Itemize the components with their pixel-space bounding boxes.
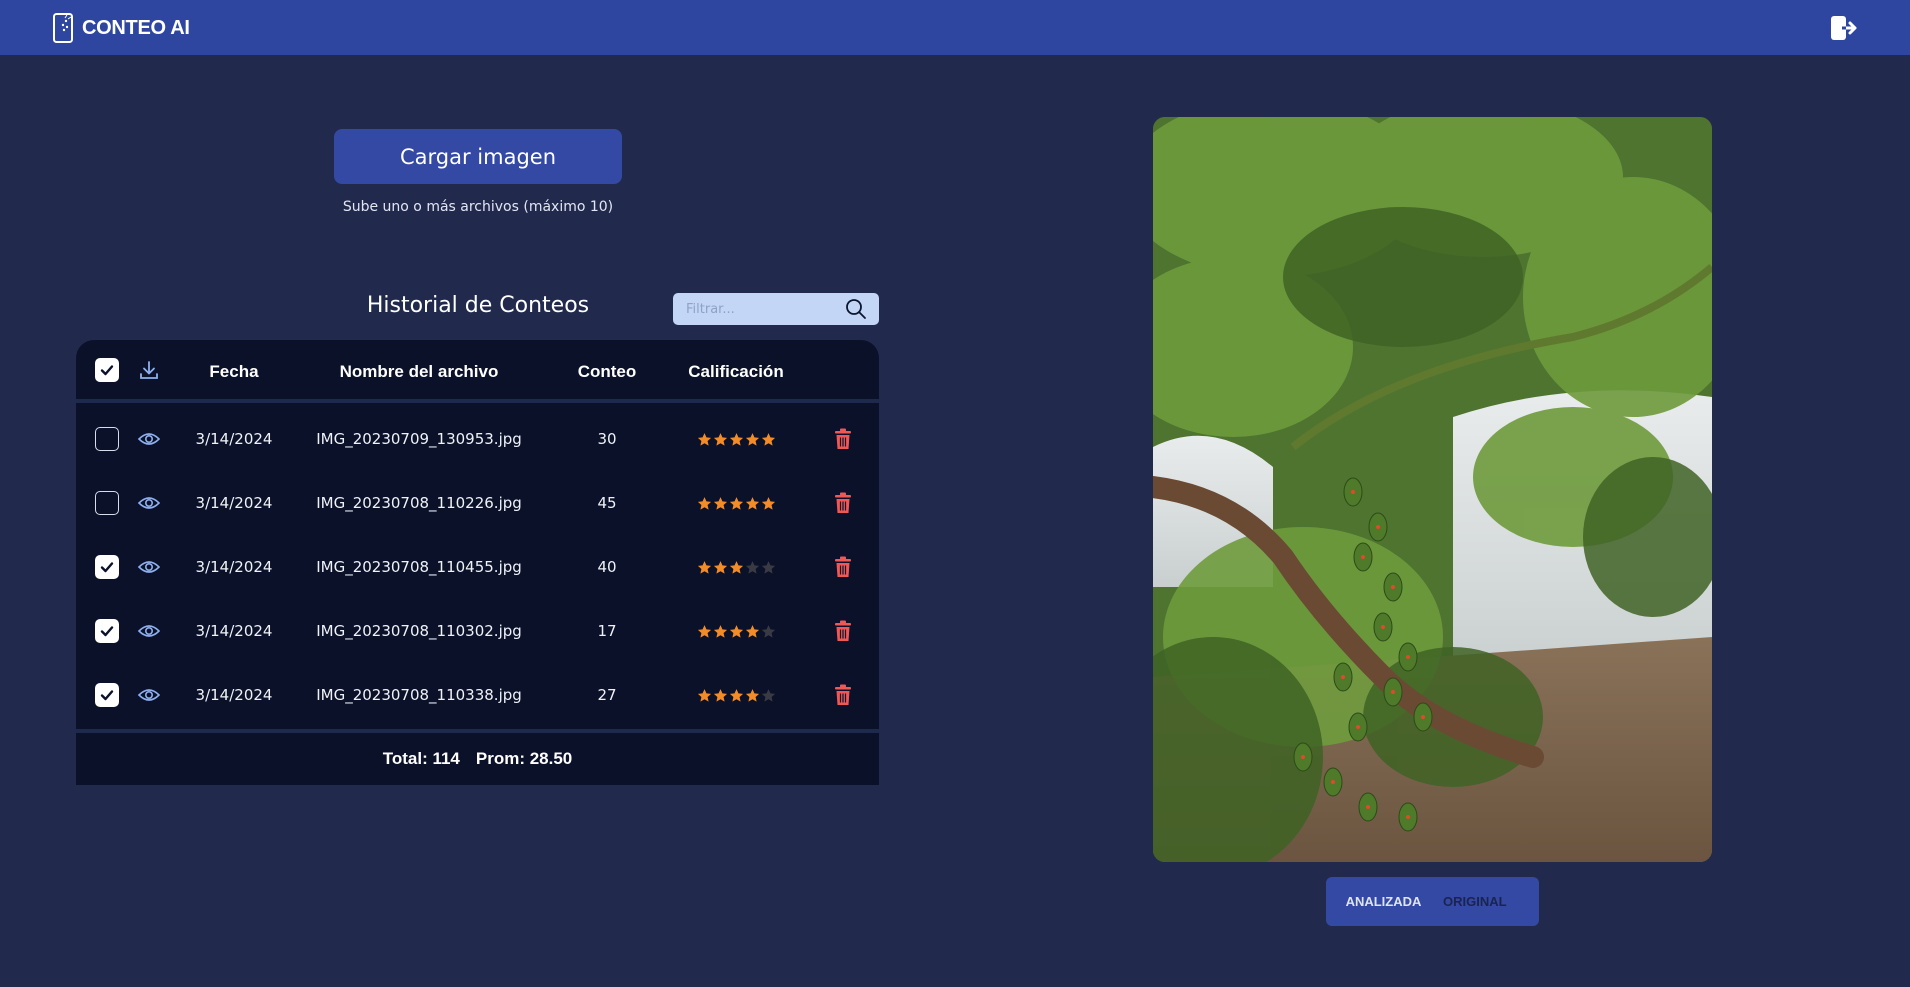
trash-icon[interactable] [831,427,855,451]
row-checkbox[interactable] [95,683,119,707]
download-icon[interactable] [137,358,161,382]
row-checkbox[interactable] [95,619,119,643]
row-rating [676,407,796,471]
table-row[interactable]: 3/14/2024 IMG_20230709_130953.jpg 30 [76,407,879,471]
column-filename[interactable]: Nombre del archivo [314,340,524,403]
history-table: Fecha Nombre del archivo Conteo Califica… [76,340,879,785]
star-icon [761,688,775,702]
upload-hint: Sube uno o más archivos (máximo 10) [342,199,614,215]
row-count: 27 [597,686,617,704]
tab-analyzed[interactable]: ANALIZADA [1326,877,1441,926]
row-count: 17 [597,622,617,640]
average-count: Prom: 28.50 [475,749,573,768]
trash-icon[interactable] [831,491,855,515]
star-icon [761,560,775,574]
top-bar: CONTEO AI [0,0,1910,55]
eye-icon[interactable] [136,427,162,451]
star-icon [745,496,759,510]
row-checkbox[interactable] [95,555,119,579]
star-icon [729,432,743,446]
star-icon [713,688,727,702]
filter-input[interactable] [673,293,841,325]
check-icon [100,562,114,573]
view-toggle: ANALIZADA ORIGINAL [1326,877,1539,926]
star-icon [713,496,727,510]
check-icon [100,365,114,376]
table-row[interactable]: 3/14/2024 IMG_20230708_110455.jpg 40 [76,535,879,599]
star-icon [729,560,743,574]
select-all-checkbox[interactable] [95,358,119,382]
row-date: 3/14/2024 [195,686,273,704]
star-icon [761,432,775,446]
table-footer: Total: 114 Prom: 28.50 [76,729,879,785]
row-date: 3/14/2024 [195,622,273,640]
tab-original[interactable]: ORIGINAL [1441,877,1539,926]
row-filename: IMG_20230708_110302.jpg [316,622,522,640]
check-icon [100,626,114,637]
star-icon [745,624,759,638]
grapevine-photo [1153,117,1712,862]
star-icon [713,432,727,446]
total-count: Total: 114 [382,749,460,768]
trash-icon[interactable] [831,683,855,707]
brand[interactable]: CONTEO AI [52,12,190,44]
star-icon [697,624,711,638]
row-filename: IMG_20230708_110455.jpg [316,558,522,576]
star-icon [697,688,711,702]
star-icon [729,496,743,510]
star-icon [745,688,759,702]
trash-icon[interactable] [831,555,855,579]
brand-name: CONTEO AI [82,16,190,39]
column-date[interactable]: Fecha [184,340,284,403]
search-icon[interactable] [845,298,867,320]
star-icon [697,496,711,510]
star-icon [729,688,743,702]
row-rating [676,535,796,599]
upload-image-button[interactable]: Cargar imagen [334,129,622,184]
row-rating [676,663,796,727]
row-checkbox[interactable] [95,427,119,451]
star-icon [761,496,775,510]
row-filename: IMG_20230709_130953.jpg [316,430,522,448]
row-count: 30 [597,430,617,448]
column-count[interactable]: Conteo [562,340,652,403]
star-icon [697,560,711,574]
row-checkbox[interactable] [95,491,119,515]
row-count: 40 [597,558,617,576]
eye-icon[interactable] [136,619,162,643]
row-count: 45 [597,494,617,512]
row-filename: IMG_20230708_110226.jpg [316,494,522,512]
check-icon [100,690,114,701]
star-icon [713,560,727,574]
row-date: 3/14/2024 [195,430,273,448]
history-title: Historial de Conteos [366,293,590,318]
logout-icon[interactable] [1828,13,1858,43]
table-header: Fecha Nombre del archivo Conteo Califica… [76,340,879,403]
row-rating [676,471,796,535]
star-icon [745,432,759,446]
filter-box [673,293,879,325]
star-icon [713,624,727,638]
trash-icon[interactable] [831,619,855,643]
eye-icon[interactable] [136,683,162,707]
table-row[interactable]: 3/14/2024 IMG_20230708_110302.jpg 17 [76,599,879,663]
row-filename: IMG_20230708_110338.jpg [316,686,522,704]
column-rating[interactable]: Calificación [676,340,796,403]
eye-icon[interactable] [136,491,162,515]
image-preview [1153,117,1712,862]
eye-icon[interactable] [136,555,162,579]
star-icon [761,624,775,638]
star-icon [745,560,759,574]
row-rating [676,599,796,663]
row-date: 3/14/2024 [195,558,273,576]
table-row[interactable]: 3/14/2024 IMG_20230708_110338.jpg 27 [76,663,879,727]
star-icon [729,624,743,638]
star-icon [697,432,711,446]
row-date: 3/14/2024 [195,494,273,512]
table-row[interactable]: 3/14/2024 IMG_20230708_110226.jpg 45 [76,471,879,535]
phone-scan-icon [53,13,73,43]
